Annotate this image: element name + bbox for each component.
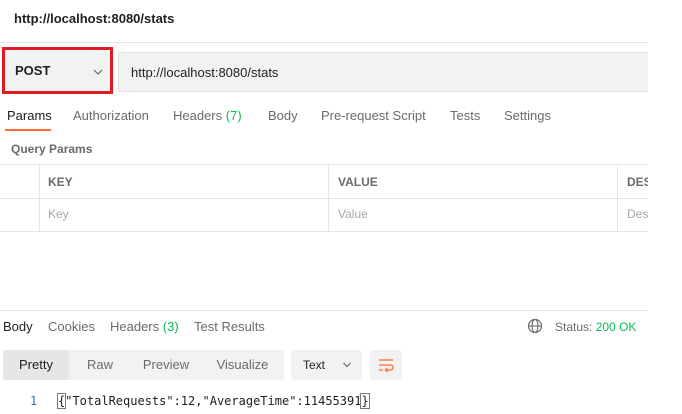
language-select[interactable]: Text [291, 350, 362, 380]
tab-label: Tests [450, 108, 481, 123]
tab-label: Params [7, 108, 52, 123]
response-tab-body[interactable]: Body [3, 319, 33, 334]
divider [0, 310, 648, 311]
tab-label: Headers [173, 108, 223, 123]
response-tab-headers[interactable]: Headers (3) [110, 319, 179, 334]
method-select[interactable]: POST [2, 47, 113, 94]
tab-body[interactable]: Body [268, 108, 298, 123]
column-divider [328, 165, 329, 232]
chevron-down-icon [93, 69, 103, 75]
wrap-lines-icon [379, 359, 394, 373]
tab-pre-request-script[interactable]: Pre-request Script [321, 108, 426, 123]
tab-settings[interactable]: Settings [504, 108, 551, 123]
status-label: Status: [555, 320, 593, 334]
url-text: http://localhost:8080/stats [131, 64, 279, 80]
json-content: "TotalRequests":12,"AverageTime":1145539… [65, 394, 362, 408]
query-params-table: KEY VALUE Key Value DES Des [0, 164, 648, 232]
response-body-line: 1 {"TotalRequests":12,"AverageTime":1145… [0, 393, 648, 412]
globe-icon[interactable] [527, 318, 543, 334]
column-header-key: KEY [48, 175, 73, 189]
query-params-title: Query Params [11, 142, 93, 156]
tab-label: Authorization [73, 108, 149, 123]
line-number: 1 [30, 394, 38, 408]
wrap-lines-button[interactable] [370, 350, 402, 380]
chevron-down-icon [343, 362, 351, 368]
table-row [0, 198, 648, 232]
table-header-row [0, 165, 648, 199]
divider [0, 42, 648, 43]
status-indicator: Status: 200 OK [555, 320, 636, 334]
request-tabs: Params Authorization Headers (7) Body Pr… [0, 103, 648, 133]
tab-count-badge: (3) [162, 319, 179, 334]
close-brace: } [360, 393, 370, 409]
response-tab-test-results[interactable]: Test Results [194, 319, 265, 334]
description-column: DES Des [620, 165, 648, 232]
format-toggle-group: Pretty Raw Preview Visualize [3, 350, 284, 380]
tab-label: Test Results [194, 319, 265, 334]
description-input[interactable]: Des [627, 207, 648, 221]
active-tab-indicator [5, 129, 51, 131]
response-body-text[interactable]: {"TotalRequests":12,"AverageTime":114553… [56, 393, 370, 409]
tab-label: Body [3, 319, 33, 334]
raw-button[interactable]: Raw [69, 350, 131, 380]
language-label: Text [303, 358, 326, 372]
tab-label: Body [268, 108, 298, 123]
tab-tests[interactable]: Tests [450, 108, 480, 123]
tab-headers[interactable]: Headers (7) [173, 108, 242, 123]
visualize-button[interactable]: Visualize [201, 350, 284, 380]
request-tab-title[interactable]: http://localhost:8080/stats [14, 11, 174, 26]
preview-button[interactable]: Preview [131, 350, 201, 380]
response-tab-cookies[interactable]: Cookies [48, 319, 95, 334]
value-input[interactable]: Value [338, 207, 368, 221]
tab-label: Pre-request Script [321, 108, 426, 123]
tab-count-badge: (7) [225, 108, 242, 123]
column-header-value: VALUE [338, 175, 378, 189]
column-header-description: DES [627, 175, 648, 189]
key-input[interactable]: Key [48, 207, 69, 221]
tab-params[interactable]: Params [7, 108, 52, 123]
url-input[interactable]: http://localhost:8080/stats [118, 52, 648, 92]
column-divider [617, 165, 618, 232]
tab-label: Cookies [48, 319, 95, 334]
tab-label: Headers [110, 319, 160, 334]
status-code: 200 OK [595, 320, 637, 334]
tab-authorization[interactable]: Authorization [73, 108, 149, 123]
pretty-button[interactable]: Pretty [3, 350, 69, 380]
column-divider [39, 165, 40, 232]
method-label: POST [15, 63, 51, 78]
tab-label: Settings [504, 108, 551, 123]
